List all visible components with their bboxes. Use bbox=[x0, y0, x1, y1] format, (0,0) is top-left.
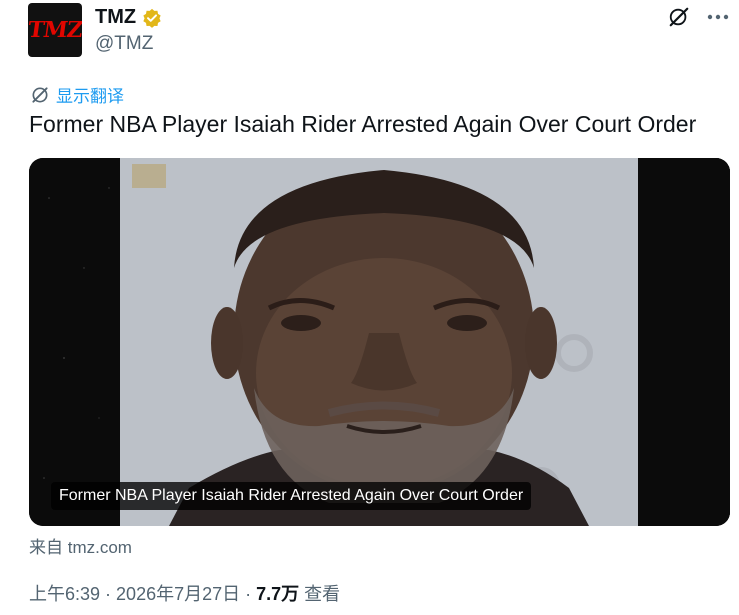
grok-icon[interactable] bbox=[668, 6, 690, 28]
meta-separator: · bbox=[100, 584, 117, 604]
display-name[interactable]: TMZ bbox=[95, 6, 136, 29]
view-count: 7.7万 bbox=[256, 584, 300, 604]
card-caption: Former NBA Player Isaiah Rider Arrested … bbox=[51, 482, 532, 510]
handle[interactable]: @TMZ bbox=[95, 33, 153, 55]
show-translation-label: 显示翻译 bbox=[56, 87, 124, 106]
more-icon[interactable] bbox=[707, 14, 729, 20]
tweet-meta: 上午6:39 · 2026年7月27日 · 7.7万 查看 bbox=[29, 580, 340, 606]
tweet-text: Former NBA Player Isaiah Rider Arrested … bbox=[29, 111, 697, 137]
tweet-date[interactable]: 2026年7月27日 bbox=[116, 584, 240, 604]
verified-badge-icon bbox=[143, 8, 161, 28]
tweet-time[interactable]: 上午6:39 bbox=[29, 584, 100, 604]
source-link[interactable]: 来自 tmz.com bbox=[29, 533, 132, 558]
show-translation-button[interactable]: 显示翻译 bbox=[30, 82, 124, 107]
card-image bbox=[29, 158, 730, 526]
link-card[interactable]: Former NBA Player Isaiah Rider Arrested … bbox=[29, 158, 730, 526]
meta-separator: · bbox=[240, 584, 257, 604]
author-name-row[interactable]: TMZ bbox=[95, 6, 162, 29]
avatar[interactable]: TMZ bbox=[28, 3, 82, 57]
translate-icon bbox=[32, 86, 48, 103]
avatar-logo: TMZ bbox=[28, 17, 82, 43]
view-count-label: 查看 bbox=[299, 584, 341, 604]
